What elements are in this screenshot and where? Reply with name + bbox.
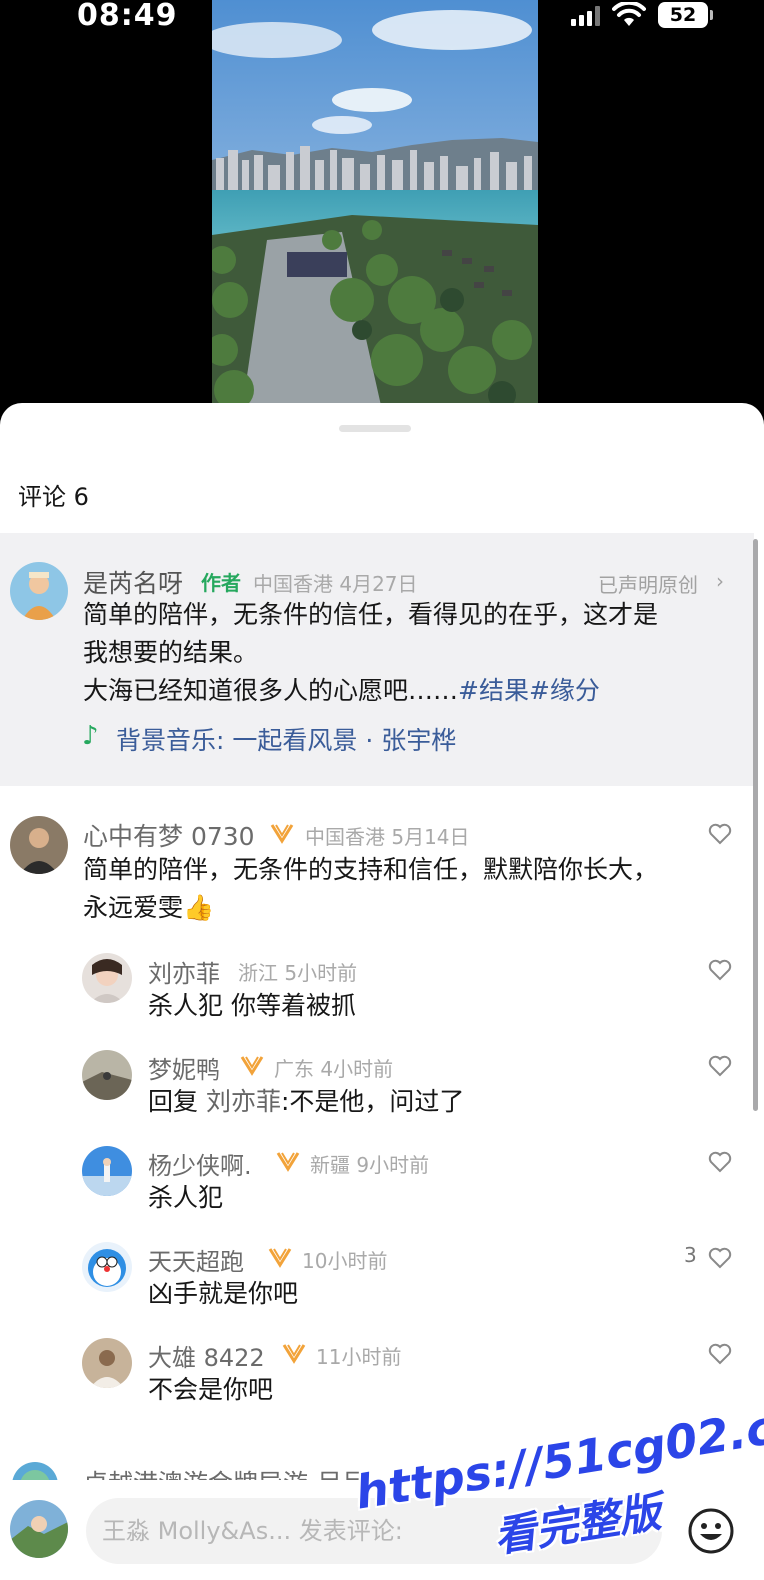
avatar[interactable] [82,953,132,1003]
battery-icon: 52 [658,2,713,28]
creator-badge-icon [276,1152,300,1172]
creator-badge-icon [270,824,294,844]
creator-badge-icon [282,1344,306,1364]
creator-badge-icon [268,1248,292,1268]
heart-icon[interactable] [708,1151,732,1173]
comment-count-title: 评论 6 [18,483,89,511]
reply-name[interactable]: 梦妮鸭 [148,1050,220,1085]
music-note-icon: ♪ [82,721,99,751]
emoji-icon[interactable] [686,1506,736,1556]
author-post-text: 大海已经知道很多人的心愿吧…… [83,676,459,705]
avatar[interactable] [10,816,68,874]
avatar[interactable] [82,1242,132,1292]
author-post-line-2: 我想要的结果。 [83,638,259,667]
author-post-line-1: 简单的陪伴，无条件的信任，看得见的在乎，这才是 [83,600,659,629]
background-music-link[interactable]: 背景音乐: 一起看风景 · 张宇桦 [116,721,456,757]
reply-text-line: 回复 刘亦菲:不是他，问过了 [148,1083,464,1121]
author-tag: 作者 [201,571,241,595]
video-frame [212,0,538,410]
avatar[interactable] [82,1146,132,1196]
reply-mention[interactable]: 刘亦菲 [206,1087,281,1116]
reply-text: 杀人犯 你等着被抓 [148,991,356,1020]
author-post-line-3: 大海已经知道很多人的心愿吧……#结果#缘分 [83,672,600,710]
author-post-meta: 中国香港 4月27日 [253,572,418,596]
status-icons: 52 [571,2,713,28]
heart-icon[interactable] [708,823,732,845]
drag-handle[interactable] [339,425,411,432]
reply-meta: 10小时前 [302,1249,388,1273]
heart-icon[interactable] [708,1247,732,1269]
reply-name[interactable]: 刘亦菲 [148,954,220,989]
creator-badge-icon [240,1056,264,1076]
reply-name[interactable]: 杨少侠啊. [148,1146,252,1181]
video-player[interactable] [212,0,538,410]
commenter-name[interactable]: 心中有梦 0730 [83,817,255,853]
wifi-icon [612,2,646,26]
reply-text: :不是他，问过了 [280,1087,465,1116]
signal-icon [571,4,600,26]
comment-line-2: 永远爱雯👍 [83,893,215,922]
reply-meta: 新疆 9小时前 [310,1153,430,1177]
comments-sheet: 评论 6 是芮名呀 作者 中国香港 4月27日 已声明原创 › 简单的陪伴，无条… [0,403,764,1580]
reply-name[interactable]: 天天超跑 [148,1242,244,1277]
avatar[interactable] [82,1338,132,1388]
reply-meta: 广东 4小时前 [274,1057,394,1081]
comment-line-1: 简单的陪伴，无条件的支持和信任，默默陪你长大， [83,855,659,884]
chevron-right-icon[interactable]: › [716,569,724,593]
reply-name[interactable]: 大雄 8422 [148,1338,265,1373]
avatar[interactable] [82,1050,132,1100]
reply-text: 杀人犯 [148,1183,224,1212]
author-name[interactable]: 是芮名呀 [83,564,183,600]
author-avatar[interactable] [10,562,68,620]
my-avatar[interactable] [10,1500,68,1558]
hashtag-links[interactable]: #结果#缘分 [458,676,600,705]
status-bar: 08:49 52 [0,0,764,34]
reply-prefix: 回复 [148,1087,206,1116]
reply-text: 不会是你吧 [148,1375,274,1404]
scrollbar[interactable] [753,539,758,1111]
heart-icon[interactable] [708,1343,732,1365]
heart-icon[interactable] [708,1055,732,1077]
original-declared-label: 已声明原创 [598,573,698,597]
status-time: 08:49 [77,0,178,33]
reply-meta: 11小时前 [316,1345,402,1369]
reply-meta: 浙江 5小时前 [238,961,358,985]
comment-meta: 中国香港 5月14日 [305,825,470,849]
like-count: 3 [684,1243,697,1267]
reply-text: 凶手就是你吧 [148,1279,299,1308]
heart-icon[interactable] [708,959,732,981]
battery-level: 52 [669,4,697,26]
original-declared-link[interactable]: 已声明原创 [598,569,698,598]
